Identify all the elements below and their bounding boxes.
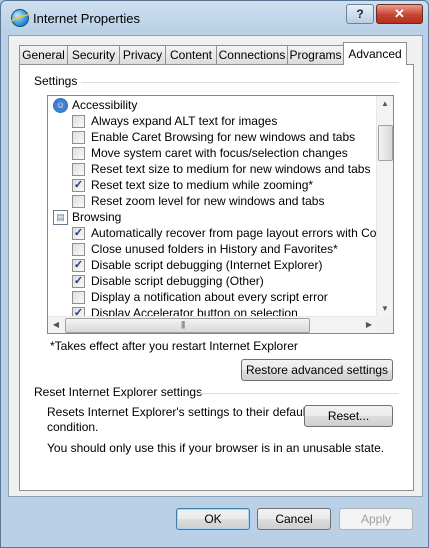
accessibility-icon: ☺ xyxy=(53,98,68,113)
category-label: Browsing xyxy=(72,210,122,224)
scrollbar-corner xyxy=(377,317,393,333)
cancel-button[interactable]: Cancel xyxy=(257,508,331,530)
list-item[interactable]: ✓ Disable script debugging (Other) xyxy=(48,274,378,290)
list-item[interactable]: Reset text size to medium for new window… xyxy=(48,162,378,178)
checkbox[interactable]: ✓ xyxy=(72,227,85,240)
tab-privacy[interactable]: Privacy xyxy=(119,45,166,64)
setting-label: Reset zoom level for new windows and tab… xyxy=(91,194,325,208)
reset-description-cont: condition. xyxy=(47,420,99,434)
checkbox[interactable] xyxy=(72,115,85,128)
grip-icon: ||| xyxy=(181,320,185,329)
settings-group-label: Settings xyxy=(34,74,78,88)
setting-label: Disable script debugging (Other) xyxy=(91,274,264,288)
horizontal-scroll-thumb[interactable]: ||| xyxy=(65,318,310,333)
browsing-icon: ▤ xyxy=(53,210,68,225)
setting-label: Reset text size to medium while zooming* xyxy=(91,178,314,192)
list-item[interactable]: ✓ Automatically recover from page layout… xyxy=(48,226,393,242)
setting-label: Automatically recover from page layout e… xyxy=(91,226,394,240)
checkbox[interactable]: ✓ xyxy=(72,275,85,288)
list-item[interactable]: Enable Caret Browsing for new windows an… xyxy=(48,130,378,146)
horizontal-scrollbar[interactable]: ◀ ||| ▶ xyxy=(48,316,377,333)
vertical-scrollbar[interactable]: ▲ ▼ xyxy=(376,96,393,317)
setting-label: Move system caret with focus/selection c… xyxy=(91,146,348,160)
tab-advanced[interactable]: Advanced xyxy=(343,42,407,65)
category-browsing: ▤ Browsing xyxy=(48,210,378,226)
help-button[interactable]: ? xyxy=(346,4,374,24)
ok-button[interactable]: OK xyxy=(176,508,250,530)
list-item[interactable]: Close unused folders in History and Favo… xyxy=(48,242,378,258)
reset-button[interactable]: Reset... xyxy=(304,405,393,427)
tab-programs[interactable]: Programs xyxy=(287,45,344,64)
tab-content[interactable]: Content xyxy=(165,45,217,64)
setting-label: Display a notification about every scrip… xyxy=(91,290,328,304)
setting-label: Disable script debugging (Internet Explo… xyxy=(91,258,323,272)
window-title: Internet Properties xyxy=(33,11,140,26)
title-bar[interactable]: Internet Properties ? ✕ xyxy=(1,1,428,35)
checkbox[interactable] xyxy=(72,291,85,304)
list-item[interactable]: ✓ Disable script debugging (Internet Exp… xyxy=(48,258,378,274)
checkbox[interactable]: ✓ xyxy=(72,259,85,272)
internet-properties-dialog: Internet Properties ? ✕ General Security… xyxy=(0,0,429,548)
vertical-scroll-thumb[interactable] xyxy=(378,125,393,161)
setting-label: Reset text size to medium for new window… xyxy=(91,162,371,176)
restore-advanced-settings-button[interactable]: Restore advanced settings xyxy=(241,359,393,381)
checkbox[interactable] xyxy=(72,195,85,208)
setting-label: Always expand ALT text for images xyxy=(91,114,278,128)
checkbox[interactable] xyxy=(72,163,85,176)
scroll-up-icon[interactable]: ▲ xyxy=(377,96,393,112)
group-divider xyxy=(81,82,399,83)
reset-warning: You should only use this if your browser… xyxy=(47,441,385,455)
tab-general[interactable]: General xyxy=(19,45,68,64)
setting-label: Enable Caret Browsing for new windows an… xyxy=(91,130,356,144)
list-item[interactable]: Always expand ALT text for images xyxy=(48,114,378,130)
settings-list[interactable]: ☺ Accessibility Always expand ALT text f… xyxy=(47,95,394,334)
close-button[interactable]: ✕ xyxy=(376,4,423,24)
setting-label: Close unused folders in History and Favo… xyxy=(91,242,338,256)
checkbox[interactable]: ✓ xyxy=(72,179,85,192)
advanced-panel: Settings ☺ Accessibility Always expand A… xyxy=(19,64,414,491)
list-item[interactable]: Reset zoom level for new windows and tab… xyxy=(48,194,378,210)
dialog-body: General Security Privacy Content Connect… xyxy=(8,35,423,497)
reset-group-label: Reset Internet Explorer settings xyxy=(34,385,203,399)
apply-button[interactable]: Apply xyxy=(339,508,413,530)
tab-security[interactable]: Security xyxy=(67,45,120,64)
internet-explorer-icon xyxy=(11,9,29,27)
checkbox[interactable] xyxy=(72,243,85,256)
group-divider xyxy=(200,393,399,394)
scroll-down-icon[interactable]: ▼ xyxy=(377,301,393,317)
scroll-left-icon[interactable]: ◀ xyxy=(48,317,64,333)
checkbox[interactable] xyxy=(72,147,85,160)
list-item[interactable]: Move system caret with focus/selection c… xyxy=(48,146,378,162)
category-accessibility: ☺ Accessibility xyxy=(48,98,378,114)
restart-footnote: *Takes effect after you restart Internet… xyxy=(50,339,298,353)
reset-description: Resets Internet Explorer's settings to t… xyxy=(47,405,309,419)
scroll-right-icon[interactable]: ▶ xyxy=(361,317,377,333)
list-item[interactable]: ✓ Reset text size to medium while zoomin… xyxy=(48,178,378,194)
category-label: Accessibility xyxy=(72,98,138,112)
checkbox[interactable] xyxy=(72,131,85,144)
list-item[interactable]: Display a notification about every scrip… xyxy=(48,290,378,306)
tab-connections[interactable]: Connections xyxy=(216,45,288,64)
